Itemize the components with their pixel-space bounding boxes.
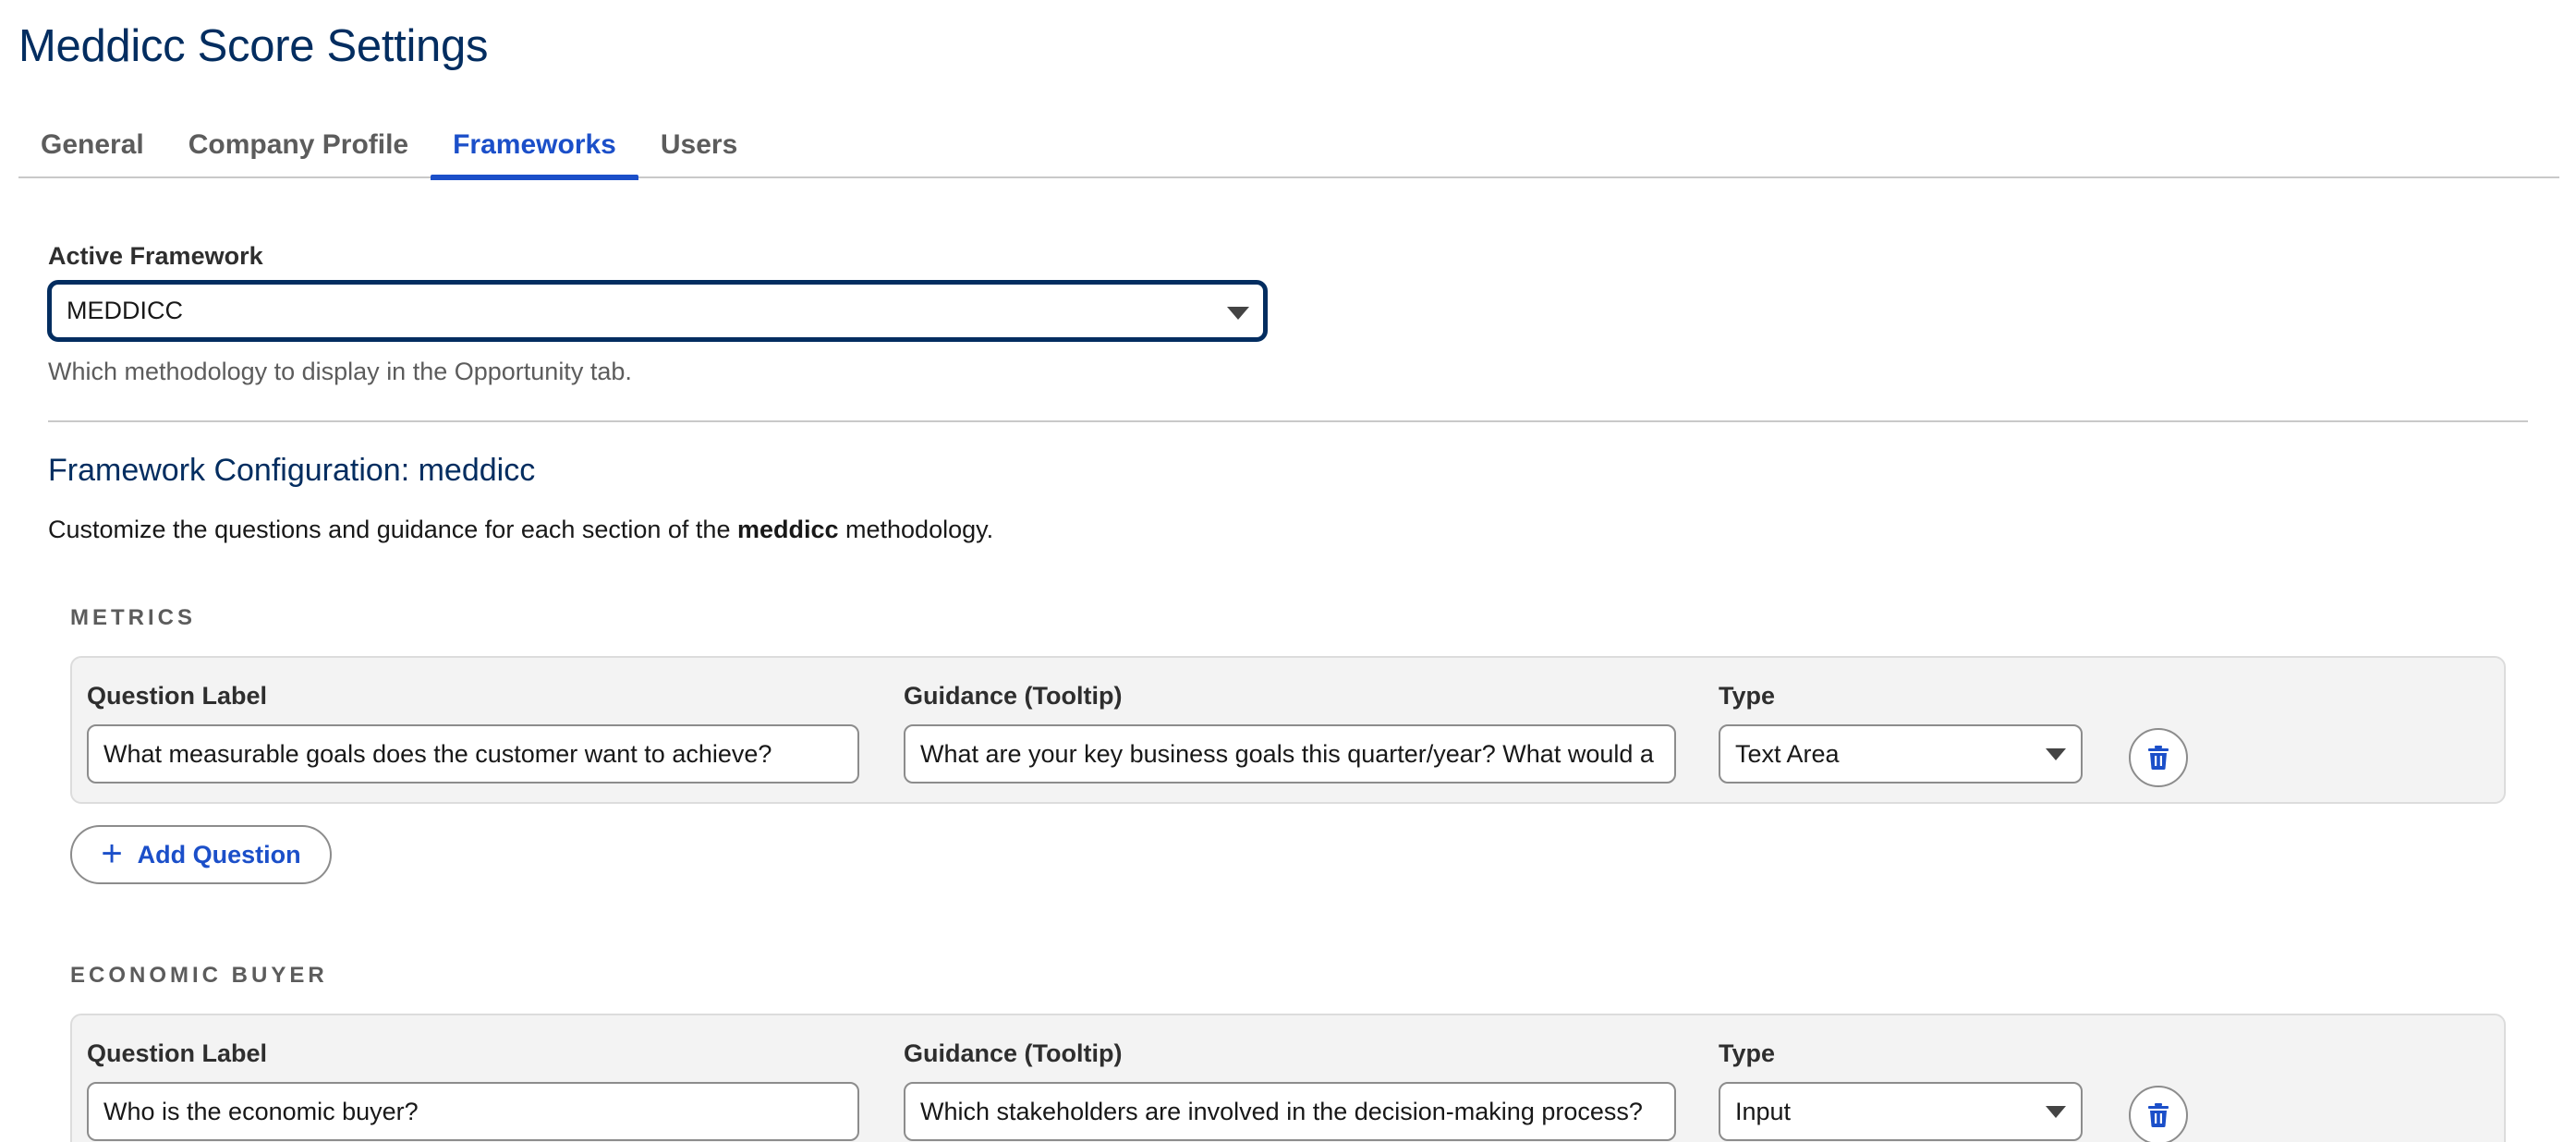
question-card: Question Label Guidance (Tooltip) Type W… — [70, 1014, 2506, 1142]
settings-page: Meddicc Score Settings General Company P… — [0, 0, 2576, 1142]
question-label-heading: Question Label — [87, 682, 268, 710]
tab-company-profile[interactable]: Company Profile — [166, 109, 431, 178]
framework-config-description: Customize the questions and guidance for… — [48, 516, 994, 543]
tab-users[interactable]: Users — [638, 109, 759, 178]
question-card: Question Label Guidance (Tooltip) Type W… — [70, 656, 2506, 804]
question-label-heading: Question Label — [87, 1039, 268, 1067]
active-framework-label: Active Framework — [48, 242, 263, 270]
tab-general[interactable]: General — [18, 109, 166, 178]
caret-down-icon — [2046, 1106, 2066, 1118]
type-select-value: Input — [1735, 1097, 1792, 1125]
add-question-label: Add Question — [137, 840, 301, 869]
caret-down-icon — [1227, 307, 1249, 320]
trash-icon — [2148, 746, 2169, 770]
type-select[interactable]: Input — [1719, 1082, 2083, 1141]
section-title-economic-buyer: ECONOMIC BUYER — [70, 963, 328, 988]
framework-config-heading: Framework Configuration: meddicc — [48, 453, 536, 488]
trash-icon — [2148, 1103, 2169, 1127]
page-title: Meddicc Score Settings — [18, 21, 489, 71]
tab-frameworks[interactable]: Frameworks — [431, 109, 638, 180]
add-question-button[interactable]: + Add Question — [70, 825, 332, 884]
divider — [48, 420, 2528, 422]
type-select-value: Text Area — [1735, 739, 1840, 768]
delete-question-button[interactable] — [2129, 728, 2188, 787]
guidance-input[interactable]: Which stakeholders are involved in the d… — [904, 1082, 1676, 1141]
settings-tabs: General Company Profile Frameworks Users — [18, 109, 2559, 180]
question-label-input[interactable]: Who is the economic buyer? — [87, 1082, 859, 1141]
active-framework-value: MEDDICC — [67, 297, 183, 324]
guidance-label-heading: Guidance (Tooltip) — [904, 1039, 1123, 1067]
active-framework-select[interactable]: MEDDICC — [47, 280, 1268, 342]
plus-icon: + — [101, 833, 123, 874]
active-framework-helper: Which methodology to display in the Oppo… — [48, 358, 632, 385]
guidance-label-heading: Guidance (Tooltip) — [904, 682, 1123, 710]
type-label-heading: Type — [1719, 682, 1776, 710]
question-label-input[interactable]: What measurable goals does the customer … — [87, 724, 859, 784]
section-title-metrics: METRICS — [70, 605, 196, 630]
delete-question-button[interactable] — [2129, 1086, 2188, 1142]
type-select[interactable]: Text Area — [1719, 724, 2083, 784]
caret-down-icon — [2046, 748, 2066, 760]
guidance-input[interactable]: What are your key business goals this qu… — [904, 724, 1676, 784]
type-label-heading: Type — [1719, 1039, 1776, 1067]
